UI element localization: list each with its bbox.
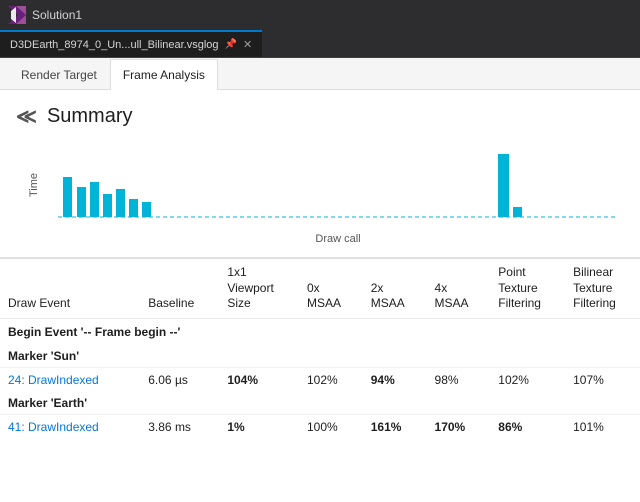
msaa2-24: 94% — [363, 367, 427, 392]
th-draw-event: Draw Event — [0, 259, 140, 319]
viewport-24: 104% — [219, 367, 299, 392]
th-point-texture: PointTextureFiltering — [490, 259, 565, 319]
collapse-icon[interactable]: ≪ — [16, 104, 37, 129]
point-tex-24: 102% — [490, 367, 565, 392]
th-bilinear-texture: BilinearTextureFiltering — [565, 259, 640, 319]
msaa0-24: 102% — [299, 367, 363, 392]
file-tab[interactable]: D3DEarth_8974_0_Un...ull_Bilinear.vsglog… — [0, 30, 262, 57]
file-tab-label: D3DEarth_8974_0_Un...ull_Bilinear.vsglog — [10, 39, 219, 51]
render-target-tab-label: Render Target — [21, 68, 97, 82]
marker-earth-label: Marker 'Earth' — [0, 392, 640, 415]
frame-analysis-tab-label: Frame Analysis — [123, 68, 205, 82]
section-header-frame-begin: Begin Event '-- Frame begin --' — [0, 318, 640, 345]
vs-logo-icon — [8, 6, 26, 24]
marker-sun-row: Marker 'Sun' — [0, 345, 640, 368]
bilinear-tex-24: 107% — [565, 367, 640, 392]
toolbar-tabs: Render Target Frame Analysis — [0, 58, 640, 90]
marker-earth-row: Marker 'Earth' — [0, 392, 640, 415]
summary-title: Summary — [47, 105, 133, 128]
draw-event-24-link[interactable]: 24: DrawIndexed — [8, 373, 99, 387]
baseline-24: 6.06 µs — [140, 367, 219, 392]
th-msaa2: 2xMSAA — [363, 259, 427, 319]
bilinear-tex-41: 101% — [565, 414, 640, 439]
tab-bar: D3DEarth_8974_0_Un...ull_Bilinear.vsglog… — [0, 30, 640, 58]
marker-sun-label: Marker 'Sun' — [0, 345, 640, 368]
title-bar: Solution1 — [0, 0, 640, 30]
tab-frame-analysis[interactable]: Frame Analysis — [110, 59, 218, 90]
main-content: ≪ Summary Time Draw call Draw Event — [0, 90, 640, 502]
table-row-41: 41: DrawIndexed 3.86 ms 1% 100% 161% 170… — [0, 414, 640, 439]
chart-svg — [52, 139, 624, 229]
draw-event-24[interactable]: 24: DrawIndexed — [0, 367, 140, 392]
baseline-41: 3.86 ms — [140, 414, 219, 439]
frame-begin-label: Begin Event '-- Frame begin --' — [0, 318, 640, 345]
msaa2-41: 161% — [363, 414, 427, 439]
draw-event-41-link[interactable]: 41: DrawIndexed — [8, 420, 99, 434]
chart-x-label: Draw call — [52, 233, 624, 245]
th-msaa4: 4xMSAA — [427, 259, 491, 319]
close-tab-button[interactable]: ✕ — [243, 38, 252, 51]
viewport-41: 1% — [219, 414, 299, 439]
summary-section-header: ≪ Summary — [0, 90, 640, 139]
msaa0-41: 100% — [299, 414, 363, 439]
table-header-row: Draw Event Baseline 1x1ViewportSize 0xMS… — [0, 259, 640, 319]
pin-icon[interactable]: 📌 — [225, 39, 237, 50]
th-viewport: 1x1ViewportSize — [219, 259, 299, 319]
msaa4-24: 98% — [427, 367, 491, 392]
window-title: Solution1 — [32, 8, 82, 22]
th-baseline: Baseline — [140, 259, 219, 319]
msaa4-41: 170% — [427, 414, 491, 439]
chart-y-label: Time — [28, 173, 40, 197]
point-tex-41: 86% — [490, 414, 565, 439]
data-table: Draw Event Baseline 1x1ViewportSize 0xMS… — [0, 258, 640, 439]
table-row-24: 24: DrawIndexed 6.06 µs 104% 102% 94% 98… — [0, 367, 640, 392]
th-msaa0: 0xMSAA — [299, 259, 363, 319]
chart-container: Time Draw call — [52, 139, 624, 245]
tab-render-target[interactable]: Render Target — [8, 59, 110, 90]
draw-event-41[interactable]: 41: DrawIndexed — [0, 414, 140, 439]
